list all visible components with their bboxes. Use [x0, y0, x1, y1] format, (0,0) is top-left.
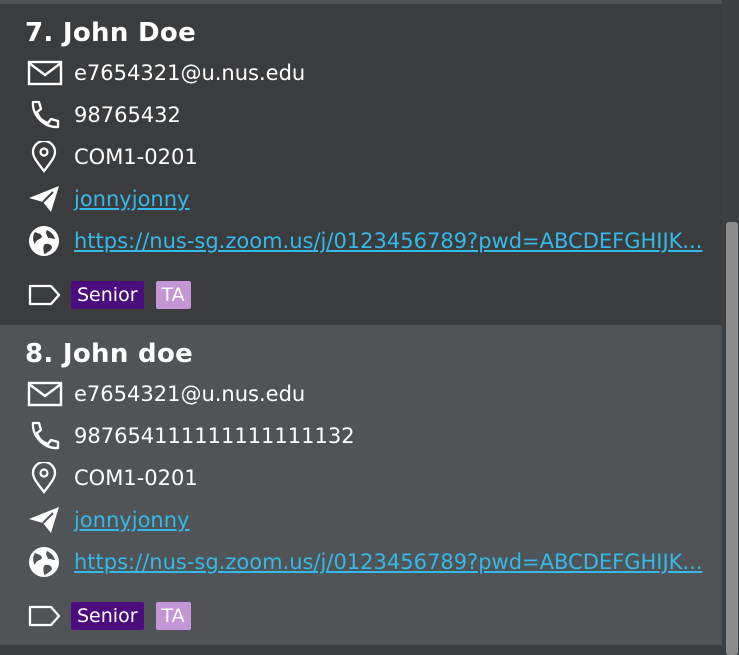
telegram-link[interactable]: jonnyjonny [74, 187, 189, 211]
email-text: e7654321@u.nus.edu [74, 382, 306, 406]
phone-text: 987654111111111111132 [74, 424, 355, 448]
tag-ta: TA [155, 602, 191, 630]
person-card[interactable]: 7. John Doe e7654321@u.nus.edu 98765432 … [0, 4, 722, 325]
phone-icon [27, 99, 65, 131]
location-pin-icon [27, 462, 65, 494]
tag-senior: Senior [71, 602, 144, 630]
phone-row: 98765432 [27, 99, 181, 131]
tag-senior: Senior [71, 281, 144, 309]
telegram-icon [27, 504, 65, 536]
phone-text: 98765432 [74, 103, 181, 127]
address-text: COM1-0201 [74, 145, 198, 169]
scrollbar-thumb[interactable] [726, 222, 738, 655]
email-text: e7654321@u.nus.edu [74, 61, 306, 85]
address-row: COM1-0201 [27, 141, 198, 173]
list-bottom-edge [0, 645, 722, 655]
meeting-link[interactable]: https://nus-sg.zoom.us/j/0123456789?pwd=… [74, 229, 702, 253]
person-list: 7. John Doe e7654321@u.nus.edu 98765432 … [0, 0, 722, 655]
meeting-link-row: https://nus-sg.zoom.us/j/0123456789?pwd=… [27, 225, 702, 257]
telegram-icon [27, 183, 65, 215]
telegram-link[interactable]: jonnyjonny [74, 508, 189, 532]
tag-icon [27, 283, 65, 307]
tag-ta: TA [155, 281, 191, 309]
person-name: 7. John Doe [25, 18, 197, 48]
phone-row: 987654111111111111132 [27, 420, 355, 452]
tag-icon [27, 604, 65, 628]
tags-row: Senior TA [27, 279, 191, 311]
telegram-row: jonnyjonny [27, 183, 189, 215]
mail-icon [27, 57, 65, 89]
email-row: e7654321@u.nus.edu [27, 57, 305, 89]
globe-icon [27, 546, 65, 578]
email-row: e7654321@u.nus.edu [27, 378, 305, 410]
address-text: COM1-0201 [74, 466, 198, 490]
telegram-row: jonnyjonny [27, 504, 189, 536]
tags-row: Senior TA [27, 600, 191, 632]
address-row: COM1-0201 [27, 462, 198, 494]
globe-icon [27, 225, 65, 257]
meeting-link-row: https://nus-sg.zoom.us/j/0123456789?pwd=… [27, 546, 702, 578]
person-name: 8. John doe [25, 339, 194, 369]
location-pin-icon [27, 141, 65, 173]
phone-icon [27, 420, 65, 452]
mail-icon [27, 378, 65, 410]
person-card[interactable]: 8. John doe e7654321@u.nus.edu 987654111… [0, 325, 722, 646]
meeting-link[interactable]: https://nus-sg.zoom.us/j/0123456789?pwd=… [74, 550, 702, 574]
